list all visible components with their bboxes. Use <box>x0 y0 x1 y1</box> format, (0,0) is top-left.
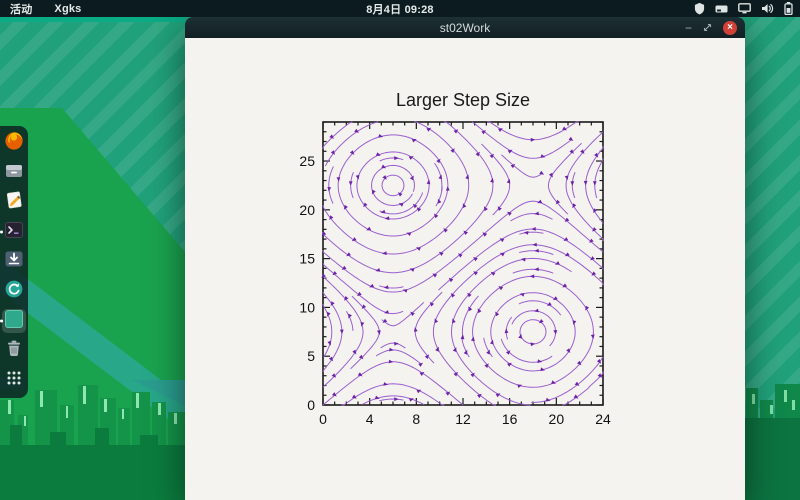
x-tick-label: 20 <box>549 411 565 427</box>
y-tick-label: 25 <box>299 153 315 169</box>
y-tick-label: 0 <box>307 397 315 413</box>
x-tick-label: 12 <box>455 411 471 427</box>
files-icon <box>4 161 24 186</box>
firefox-icon <box>4 131 24 156</box>
activities-button[interactable]: 活动 <box>10 1 32 17</box>
close-button[interactable]: × <box>723 20 737 35</box>
skyline-front-right <box>745 418 800 500</box>
running-indicator <box>0 230 3 234</box>
input-method-icon <box>715 4 728 14</box>
streamline-plot: 0 4 8 12 16 20 24 0 5 10 15 20 25 <box>299 121 611 427</box>
y-tick-label: 5 <box>307 348 315 364</box>
dock-item-xgks-app[interactable] <box>0 309 26 334</box>
dock <box>0 126 28 398</box>
text-editor-icon <box>4 190 24 215</box>
display-icon <box>738 3 751 14</box>
y-tick-label: 20 <box>299 202 315 218</box>
x-tick-label: 4 <box>366 411 374 427</box>
app-menu-button[interactable]: Xgks <box>54 3 81 15</box>
app-grid-icon <box>6 370 22 391</box>
dock-item-show-applications[interactable] <box>2 368 26 392</box>
maximize-button[interactable] <box>703 23 712 32</box>
streamlines <box>322 121 604 406</box>
trash-icon <box>4 338 24 363</box>
top-bar: 活动 Xgks 8月4日 09:28 <box>0 0 800 17</box>
battery-icon <box>784 2 793 15</box>
dock-item-software[interactable] <box>2 280 26 304</box>
y-tick-label: 15 <box>299 251 315 267</box>
dock-item-trash[interactable] <box>2 339 26 363</box>
x-tick-label: 8 <box>412 411 420 427</box>
volume-icon <box>761 3 774 14</box>
window-title: st02Work <box>439 20 491 35</box>
dock-item-files[interactable] <box>2 161 26 185</box>
window-titlebar[interactable]: st02Work − × <box>185 17 745 38</box>
terminal-icon <box>4 220 24 245</box>
clock[interactable]: 8月4日 09:28 <box>366 0 433 17</box>
minimize-button[interactable]: − <box>685 22 692 34</box>
y-tick-label: 10 <box>299 299 315 315</box>
desktop: 活动 Xgks 8月4日 09:28 st02Work − × Larger S… <box>0 0 800 500</box>
dock-item-terminal[interactable] <box>0 220 26 245</box>
software-icon <box>4 279 24 304</box>
x-tick-label: 24 <box>595 411 611 427</box>
x-tick-label: 16 <box>502 411 518 427</box>
dock-item-text-editor[interactable] <box>2 191 26 215</box>
status-tray[interactable] <box>694 0 793 17</box>
x-tick-label: 0 <box>319 411 327 427</box>
shield-icon <box>694 2 705 15</box>
dock-item-firefox[interactable] <box>2 132 26 156</box>
xgks-app-icon <box>4 309 24 334</box>
running-indicator <box>0 319 3 323</box>
downloads-icon <box>4 249 24 274</box>
app-window: st02Work − × Larger Step Size 0 4 8 12 16 20 2… <box>185 17 745 500</box>
window-content: Larger Step Size 0 4 8 12 16 20 24 0 5 10 15 20 25 <box>185 38 745 500</box>
dock-item-downloads[interactable] <box>2 250 26 274</box>
